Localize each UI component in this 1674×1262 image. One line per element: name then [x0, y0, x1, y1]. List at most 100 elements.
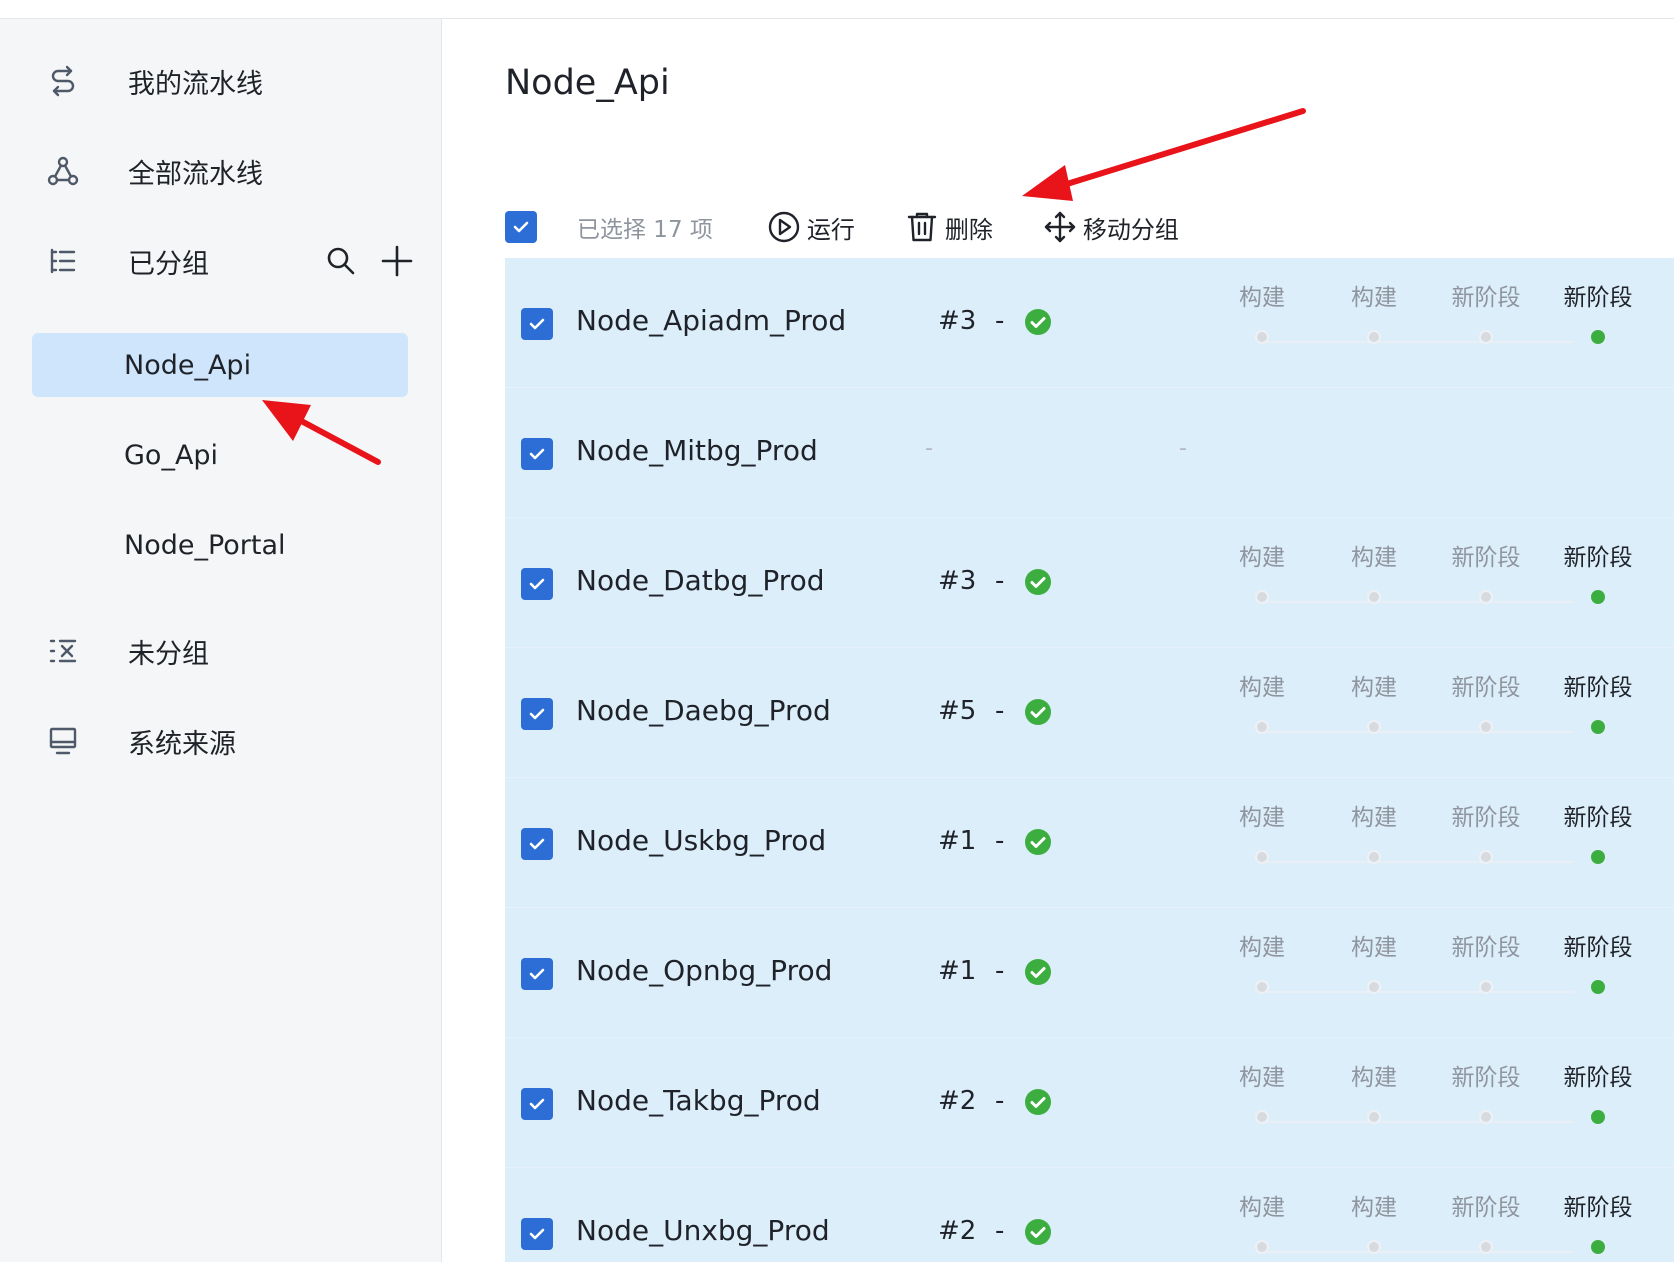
- play-circle-icon: [768, 211, 800, 243]
- stage-node[interactable]: 构建: [1324, 668, 1424, 734]
- stage-status-dot: [1255, 850, 1269, 864]
- trash-icon: [907, 212, 937, 242]
- row-checkbox[interactable]: [521, 1218, 553, 1250]
- table-row[interactable]: Node_Unxbg_Prod #2- 构建 构建 新阶段 新阶段: [505, 1168, 1674, 1262]
- run-number[interactable]: #3: [938, 566, 976, 596]
- row-checkbox[interactable]: [521, 438, 553, 470]
- stage-node[interactable]: 新阶段: [1548, 798, 1648, 864]
- nav-my-pipelines[interactable]: 我的流水线: [0, 49, 442, 113]
- stage-label: 新阶段: [1563, 1065, 1633, 1091]
- row-checkbox[interactable]: [521, 828, 553, 860]
- bulk-action-toolbar: 已选择 17 项 运行 删除 移动分组: [505, 194, 1674, 260]
- delete-button[interactable]: 删除: [905, 210, 993, 245]
- run-separator: -: [995, 566, 1005, 596]
- stage-node[interactable]: 构建: [1212, 1188, 1312, 1254]
- pipeline-name[interactable]: Node_Daebg_Prod: [576, 694, 831, 727]
- nav-ungrouped[interactable]: 未分组: [0, 619, 442, 683]
- group-item-go-api[interactable]: Go_Api: [32, 423, 408, 487]
- run-number[interactable]: #3: [938, 306, 976, 336]
- stage-node[interactable]: 构建: [1212, 928, 1312, 994]
- check-icon: [513, 221, 529, 233]
- stage-status-dot: [1367, 720, 1381, 734]
- move-arrows-icon: [1044, 211, 1076, 243]
- stage-node[interactable]: 新阶段: [1548, 1058, 1648, 1124]
- stage-node[interactable]: 新阶段: [1436, 1188, 1536, 1254]
- pipeline-name[interactable]: Node_Takbg_Prod: [576, 1084, 821, 1117]
- nav-label: 系统来源: [128, 728, 236, 760]
- stage-node[interactable]: 新阶段: [1436, 668, 1536, 734]
- pipeline-name[interactable]: Node_Opnbg_Prod: [576, 954, 832, 987]
- table-row[interactable]: Node_Apiadm_Prod #3- 构建 构建 新阶段 新阶段: [505, 258, 1674, 388]
- stage-node[interactable]: 新阶段: [1436, 928, 1536, 994]
- table-row[interactable]: Node_Uskbg_Prod #1- 构建 构建 新阶段 新阶段: [505, 778, 1674, 908]
- group-item-node-portal[interactable]: Node_Portal: [32, 513, 408, 577]
- table-row[interactable]: Node_Opnbg_Prod #1- 构建 构建 新阶段 新阶段: [505, 908, 1674, 1038]
- group-item-node-api[interactable]: Node_Api: [32, 333, 408, 397]
- stage-node[interactable]: 新阶段: [1548, 1188, 1648, 1254]
- run-button[interactable]: 运行: [767, 210, 855, 245]
- run-number[interactable]: #1: [938, 956, 976, 986]
- stage-node[interactable]: 新阶段: [1436, 538, 1536, 604]
- stage-node[interactable]: 构建: [1212, 798, 1312, 864]
- add-group-icon[interactable]: [380, 244, 414, 278]
- stage-node[interactable]: 构建: [1324, 928, 1424, 994]
- stage-label: 新阶段: [1451, 285, 1521, 311]
- row-checkbox[interactable]: [521, 958, 553, 990]
- stage-node[interactable]: 新阶段: [1436, 798, 1536, 864]
- stage-node[interactable]: 新阶段: [1436, 1058, 1536, 1124]
- stage-node[interactable]: 构建: [1324, 798, 1424, 864]
- table-row[interactable]: Node_Takbg_Prod #2- 构建 构建 新阶段 新阶段: [505, 1038, 1674, 1168]
- stage-status-dot: [1255, 590, 1269, 604]
- stage-label: 构建: [1239, 1195, 1285, 1221]
- run-number[interactable]: #1: [938, 826, 976, 856]
- nav-grouped[interactable]: 已分组: [0, 229, 442, 293]
- stage-node[interactable]: 构建: [1324, 538, 1424, 604]
- pipeline-name[interactable]: Node_Unxbg_Prod: [576, 1214, 830, 1247]
- pipeline-name[interactable]: Node_Mitbg_Prod: [576, 434, 818, 467]
- stage-label: 构建: [1239, 935, 1285, 961]
- stage-node[interactable]: 构建: [1324, 278, 1424, 344]
- select-all-checkbox[interactable]: [505, 211, 537, 243]
- run-number[interactable]: #2: [938, 1086, 976, 1116]
- stage-label: 构建: [1351, 1195, 1397, 1221]
- stage-status-dot: [1255, 1110, 1269, 1124]
- stage-node[interactable]: 构建: [1324, 1188, 1424, 1254]
- move-group-button[interactable]: 移动分组: [1043, 210, 1179, 245]
- row-checkbox[interactable]: [521, 568, 553, 600]
- stage-node[interactable]: 新阶段: [1548, 928, 1648, 994]
- stage-status-dot: [1479, 1240, 1493, 1254]
- main-panel: Node_Api 已选择 17 项 运行 删除 移动分组 Node_Apiadm: [443, 19, 1674, 1262]
- stage-label: 构建: [1351, 805, 1397, 831]
- row-checkbox[interactable]: [521, 1088, 553, 1120]
- stage-status-dot: [1479, 980, 1493, 994]
- table-row[interactable]: Node_Daebg_Prod #5- 构建 构建 新阶段 新阶段: [505, 648, 1674, 778]
- stage-node[interactable]: 新阶段: [1548, 668, 1648, 734]
- stage-label: 构建: [1351, 675, 1397, 701]
- run-number[interactable]: #5: [938, 696, 976, 726]
- check-icon: [529, 448, 545, 460]
- stage-status-dot: [1479, 720, 1493, 734]
- search-icon[interactable]: [324, 244, 358, 278]
- stage-node[interactable]: 构建: [1324, 1058, 1424, 1124]
- stage-node[interactable]: 新阶段: [1548, 538, 1648, 604]
- pipeline-name[interactable]: Node_Datbg_Prod: [576, 564, 825, 597]
- stage-label: 构建: [1351, 285, 1397, 311]
- stage-node[interactable]: 构建: [1212, 668, 1312, 734]
- stage-node[interactable]: 构建: [1212, 278, 1312, 344]
- stage-node[interactable]: 新阶段: [1548, 278, 1648, 344]
- table-row[interactable]: Node_Mitbg_Prod - -: [505, 388, 1674, 518]
- stage-status-dot: [1591, 980, 1605, 994]
- nav-all-pipelines[interactable]: 全部流水线: [0, 139, 442, 203]
- table-row[interactable]: Node_Datbg_Prod #3- 构建 构建 新阶段 新阶段: [505, 518, 1674, 648]
- run-number[interactable]: #2: [938, 1216, 976, 1246]
- stage-node[interactable]: 构建: [1212, 538, 1312, 604]
- nav-system-source[interactable]: 系统来源: [0, 709, 442, 773]
- pipeline-name[interactable]: Node_Apiadm_Prod: [576, 304, 846, 337]
- stage-node[interactable]: 构建: [1212, 1058, 1312, 1124]
- nav-label: 全部流水线: [128, 158, 263, 190]
- row-checkbox[interactable]: [521, 308, 553, 340]
- row-checkbox[interactable]: [521, 698, 553, 730]
- stage-label: 构建: [1239, 1065, 1285, 1091]
- stage-node[interactable]: 新阶段: [1436, 278, 1536, 344]
- pipeline-name[interactable]: Node_Uskbg_Prod: [576, 824, 826, 857]
